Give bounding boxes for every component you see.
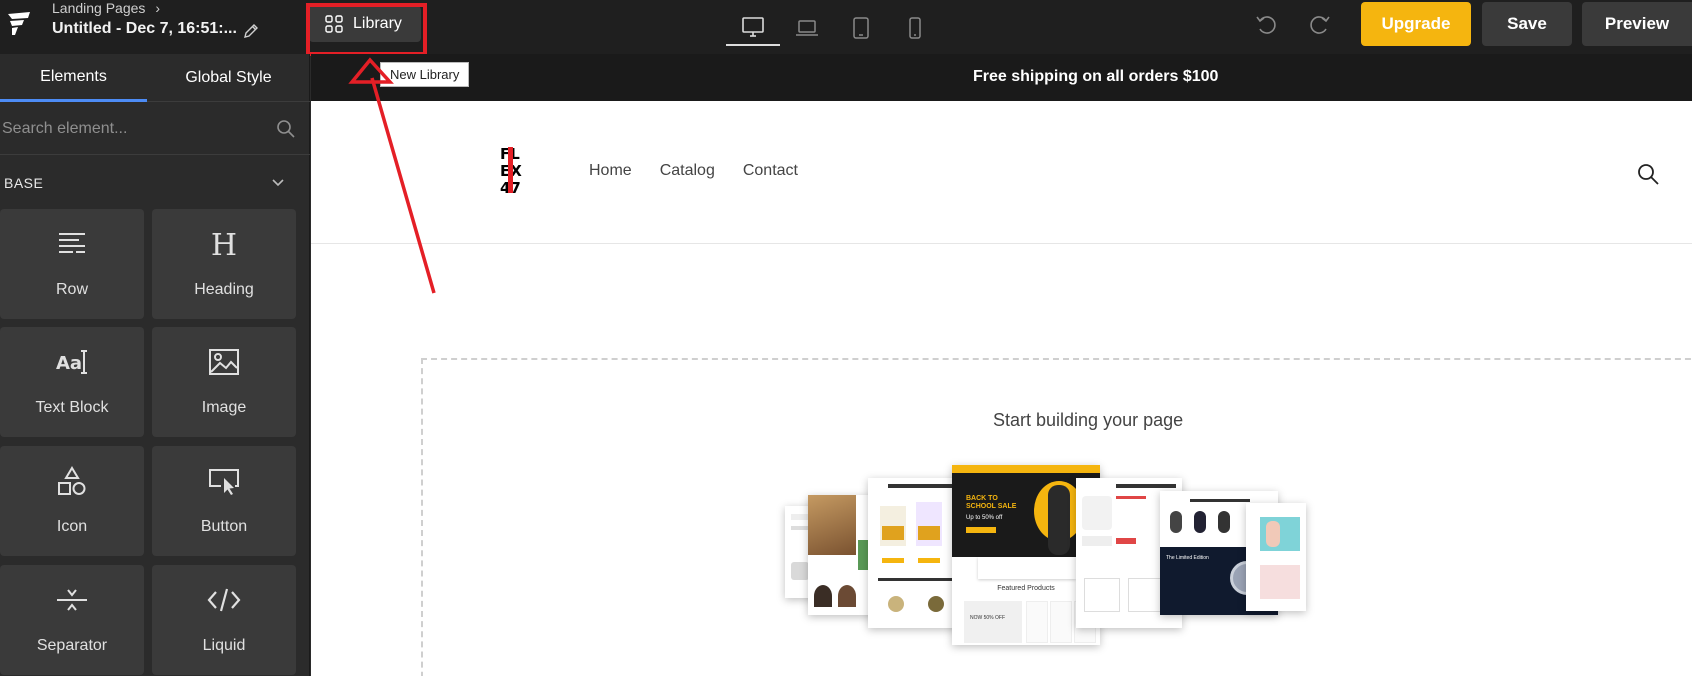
announcement-bar[interactable]: Free shipping on all orders $100 — [311, 54, 1692, 101]
preview-button[interactable]: Preview — [1582, 2, 1692, 46]
breadcrumb[interactable]: Landing Pages › — [52, 0, 160, 16]
svg-text:H: H — [211, 229, 237, 259]
tab-elements[interactable]: Elements — [0, 54, 147, 102]
svg-text:Aa: Aa — [56, 353, 82, 374]
mobile-icon — [909, 17, 921, 39]
device-switcher — [726, 10, 942, 46]
limited-edition: The Limited Edition — [1166, 555, 1209, 561]
text-block-icon: Aa — [55, 345, 89, 379]
search-icon[interactable] — [276, 119, 296, 139]
element-label: Separator — [36, 637, 108, 654]
laptop-icon — [796, 20, 818, 36]
code-icon — [207, 583, 241, 617]
lamp-promo: NOW 50% OFF — [970, 615, 1006, 621]
element-tile-button[interactable]: Button — [152, 446, 296, 556]
chevron-down-icon — [272, 179, 284, 187]
desktop-icon — [742, 17, 764, 37]
mobile-view-button[interactable] — [888, 10, 942, 46]
empty-state-label: Start building your page — [993, 410, 1184, 430]
app-logo-icon[interactable] — [6, 10, 32, 36]
library-highlight-box — [306, 3, 427, 56]
tablet-view-button[interactable] — [834, 10, 888, 46]
image-icon — [207, 345, 241, 379]
tab-global-style[interactable]: Global Style — [147, 54, 310, 102]
sidebar-tabs: Elements Global Style — [0, 54, 310, 102]
element-tile-image[interactable]: Image — [152, 327, 296, 437]
element-label: Heading — [194, 281, 254, 298]
nav-home[interactable]: Home — [589, 162, 632, 180]
sale-title: BACK TO SCHOOL SALE — [966, 495, 1017, 510]
pencil-icon[interactable] — [243, 23, 259, 39]
element-tile-separator[interactable]: Separator — [0, 565, 144, 675]
separator-icon — [55, 583, 89, 617]
upgrade-button[interactable]: Upgrade — [1361, 2, 1471, 46]
element-tile-liquid[interactable]: Liquid — [152, 565, 296, 675]
element-tile-icon[interactable]: Icon — [0, 446, 144, 556]
site-nav: Home Catalog Contact — [589, 162, 798, 180]
section-header-base[interactable]: BASE — [0, 156, 310, 210]
search-input[interactable] — [2, 115, 262, 143]
button-icon — [207, 464, 241, 498]
heading-icon: H — [207, 227, 241, 261]
page-canvas[interactable]: Free shipping on all orders $100 New Lib… — [311, 54, 1692, 676]
element-label: Button — [200, 518, 248, 535]
laptop-view-button[interactable] — [780, 10, 834, 46]
redo-icon[interactable] — [1308, 12, 1332, 36]
brand-logo[interactable]: FL EX 47 — [498, 144, 528, 196]
element-tile-row[interactable]: Row — [0, 209, 144, 319]
document-title[interactable]: Untitled - Dec 7, 16:51:... — [52, 20, 237, 38]
element-label: Liquid — [202, 637, 246, 654]
site-header[interactable]: FL EX 47 Home Catalog Contact — [311, 101, 1692, 244]
save-button[interactable]: Save — [1482, 2, 1572, 46]
row-icon — [55, 227, 89, 261]
element-label: Icon — [56, 518, 88, 535]
nav-catalog[interactable]: Catalog — [660, 162, 715, 180]
element-label: Text Block — [35, 399, 109, 416]
element-tile-heading[interactable]: H Heading — [152, 209, 296, 319]
undo-icon[interactable] — [1254, 12, 1278, 36]
nav-contact[interactable]: Contact — [743, 162, 798, 180]
element-search — [0, 103, 310, 155]
elements-sidebar: Elements Global Style BASE Row — [0, 54, 310, 676]
announcement-text: Free shipping on all orders $100 — [973, 68, 1219, 85]
tablet-icon — [853, 17, 869, 39]
shapes-icon — [55, 464, 89, 498]
template-thumb — [1246, 503, 1306, 611]
element-label: Row — [55, 281, 88, 298]
breadcrumb-label[interactable]: Landing Pages — [52, 0, 145, 16]
section-title: BASE — [4, 175, 44, 191]
search-icon[interactable] — [1637, 163, 1659, 185]
library-tooltip: New Library — [380, 62, 470, 87]
sale-subtitle: Up to 50% off — [966, 515, 1003, 521]
element-label: Image — [201, 399, 247, 416]
top-bar: Landing Pages › Untitled - Dec 7, 16:51:… — [0, 0, 1692, 56]
desktop-view-button[interactable] — [726, 10, 780, 46]
element-tile-text-block[interactable]: Aa Text Block — [0, 327, 144, 437]
chevron-right-icon: › — [155, 0, 160, 16]
